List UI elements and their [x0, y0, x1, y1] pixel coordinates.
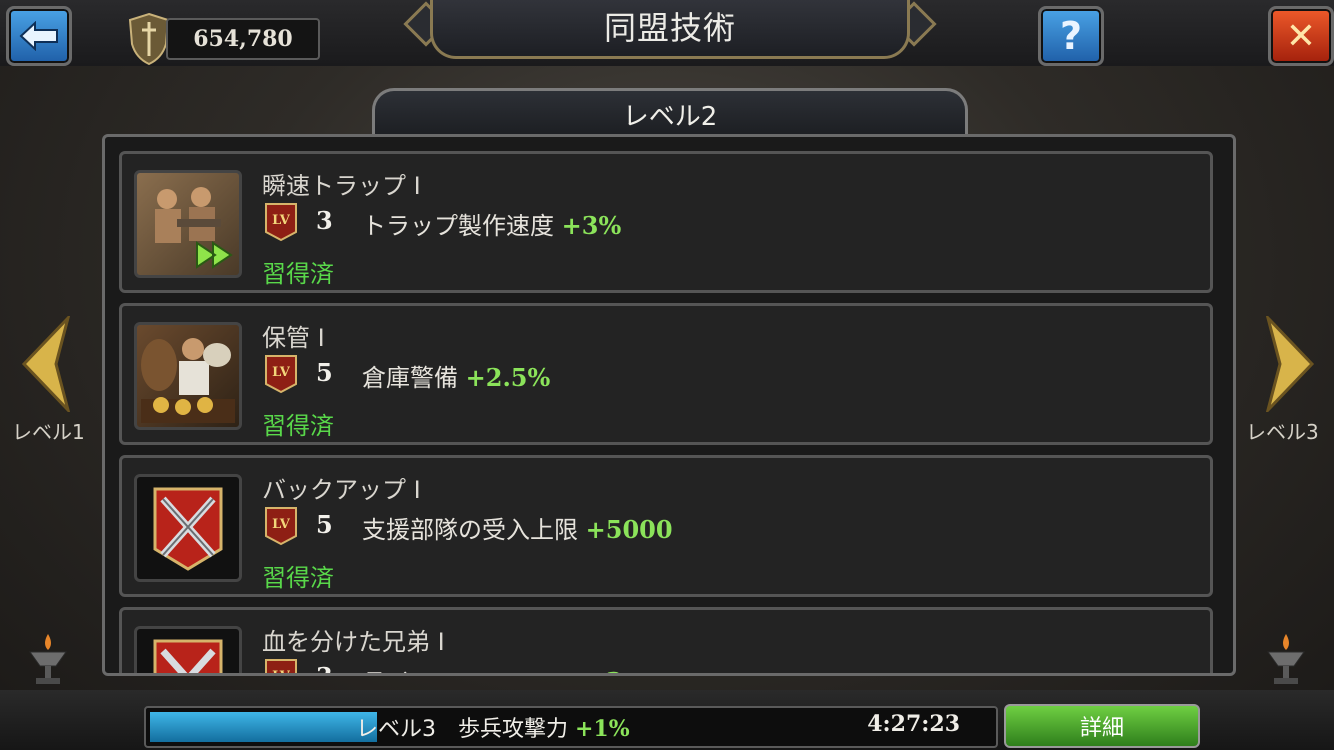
close-button[interactable]: ✕: [1268, 6, 1334, 66]
tech-thumbnail: [134, 474, 242, 582]
tech-status: 習得済: [262, 260, 334, 288]
alliance-currency-counter: 654,780: [166, 18, 320, 60]
tech-row[interactable]: バックアップ I LV 5 支援部隊の受入上限 +5000 習得済: [119, 455, 1213, 597]
tech-title: 血を分けた兄弟 I: [262, 628, 445, 656]
level-badge-text: LV: [272, 517, 291, 532]
level-badge-icon: LV: [265, 507, 297, 546]
tech-effect: ライ・フ・ロッ・・ +3: [362, 662, 623, 673]
prev-level-arrow-icon[interactable]: [18, 316, 74, 412]
tech-title: 保管 I: [262, 324, 325, 352]
tech-effect: 支援部隊の受入上限 +5000: [362, 510, 673, 545]
back-button[interactable]: [6, 6, 72, 66]
close-icon: ✕: [1285, 15, 1317, 57]
tech-effect-label: 支援部隊の受入上限: [362, 516, 578, 544]
question-mark-icon: ?: [1059, 14, 1083, 58]
tech-effect-value: +2.5%: [465, 363, 551, 392]
level-badge-icon: LV: [265, 203, 297, 242]
brazier-icon: [1267, 634, 1305, 684]
tech-level: 5: [316, 510, 333, 539]
tech-list-panel: 瞬速トラップ I LV 3 トラップ製作速度 +3% 習得済 保管 I LV 5…: [102, 134, 1236, 676]
detail-button[interactable]: 詳細: [1004, 704, 1200, 748]
detail-button-label: 詳細: [1079, 716, 1124, 741]
tech-effect-value: +3: [586, 667, 623, 673]
level-badge-text: LV: [272, 365, 291, 380]
storage-worker-icon: [141, 338, 235, 423]
tech-row[interactable]: 瞬速トラップ I LV 3 トラップ製作速度 +3% 習得済: [119, 151, 1213, 293]
tech-effect-label: トラップ製作速度: [362, 212, 554, 240]
tech-level: 3: [316, 206, 333, 235]
currency-value: 654,780: [193, 26, 293, 52]
research-timer: 4:27:23: [867, 711, 960, 737]
tech-level: 3: [316, 662, 333, 673]
research-value: +1%: [575, 716, 630, 742]
tech-title: 瞬速トラップ I: [262, 172, 421, 200]
level-badge-text: LV: [272, 213, 291, 228]
tech-title: バックアップ I: [262, 476, 421, 504]
level-badge-icon: LV: [265, 659, 297, 676]
tech-thumbnail: [134, 626, 242, 673]
page-title-text: 同盟技術: [603, 9, 736, 47]
back-arrow-icon: [19, 21, 58, 51]
tech-effect-label: 倉庫警備: [362, 364, 458, 392]
next-level-arrow-icon[interactable]: [1262, 316, 1318, 412]
tech-effect-value: +5000: [585, 515, 673, 544]
brazier-icon: [29, 634, 67, 684]
tech-effect-label: ライ・フ・ロッ・・: [362, 668, 578, 673]
help-button[interactable]: ?: [1038, 6, 1104, 66]
tech-effect-value: +3%: [561, 211, 622, 240]
level-badge-text: LV: [272, 669, 291, 676]
next-level-label[interactable]: レベル3: [1246, 416, 1319, 445]
page-title: 同盟技術: [430, 0, 910, 59]
research-progress-bar: レベル3 歩兵攻撃力 +1% 4:27:23: [144, 706, 998, 748]
tech-row[interactable]: 保管 I LV 5 倉庫警備 +2.5% 習得済: [119, 303, 1213, 445]
tech-effect: トラップ製作速度 +3%: [362, 206, 621, 241]
tech-row[interactable]: 血を分けた兄弟 I LV 3 ライ・フ・ロッ・・ +3: [119, 607, 1213, 676]
level-tab: レベル2: [372, 88, 968, 137]
tech-effect: 倉庫警備 +2.5%: [362, 358, 550, 393]
tech-thumbnail: [134, 322, 242, 430]
research-label: レベル3 歩兵攻撃力: [356, 717, 568, 742]
crossed-swords-banner-icon: [153, 487, 223, 571]
research-progress-fill: [150, 712, 377, 742]
tech-status: 習得済: [262, 564, 334, 592]
tech-status: 習得済: [262, 412, 334, 440]
research-progress-text: レベル3 歩兵攻撃力 +1%: [356, 711, 630, 743]
tech-thumbnail: [134, 170, 242, 278]
trap-workers-icon: [155, 187, 233, 269]
prev-level-label[interactable]: レベル1: [12, 416, 85, 445]
level-tab-label: レベル2: [622, 101, 718, 132]
tech-level: 5: [316, 358, 333, 387]
crossed-swords-banner-icon: [153, 639, 223, 673]
level-badge-icon: LV: [265, 355, 297, 394]
